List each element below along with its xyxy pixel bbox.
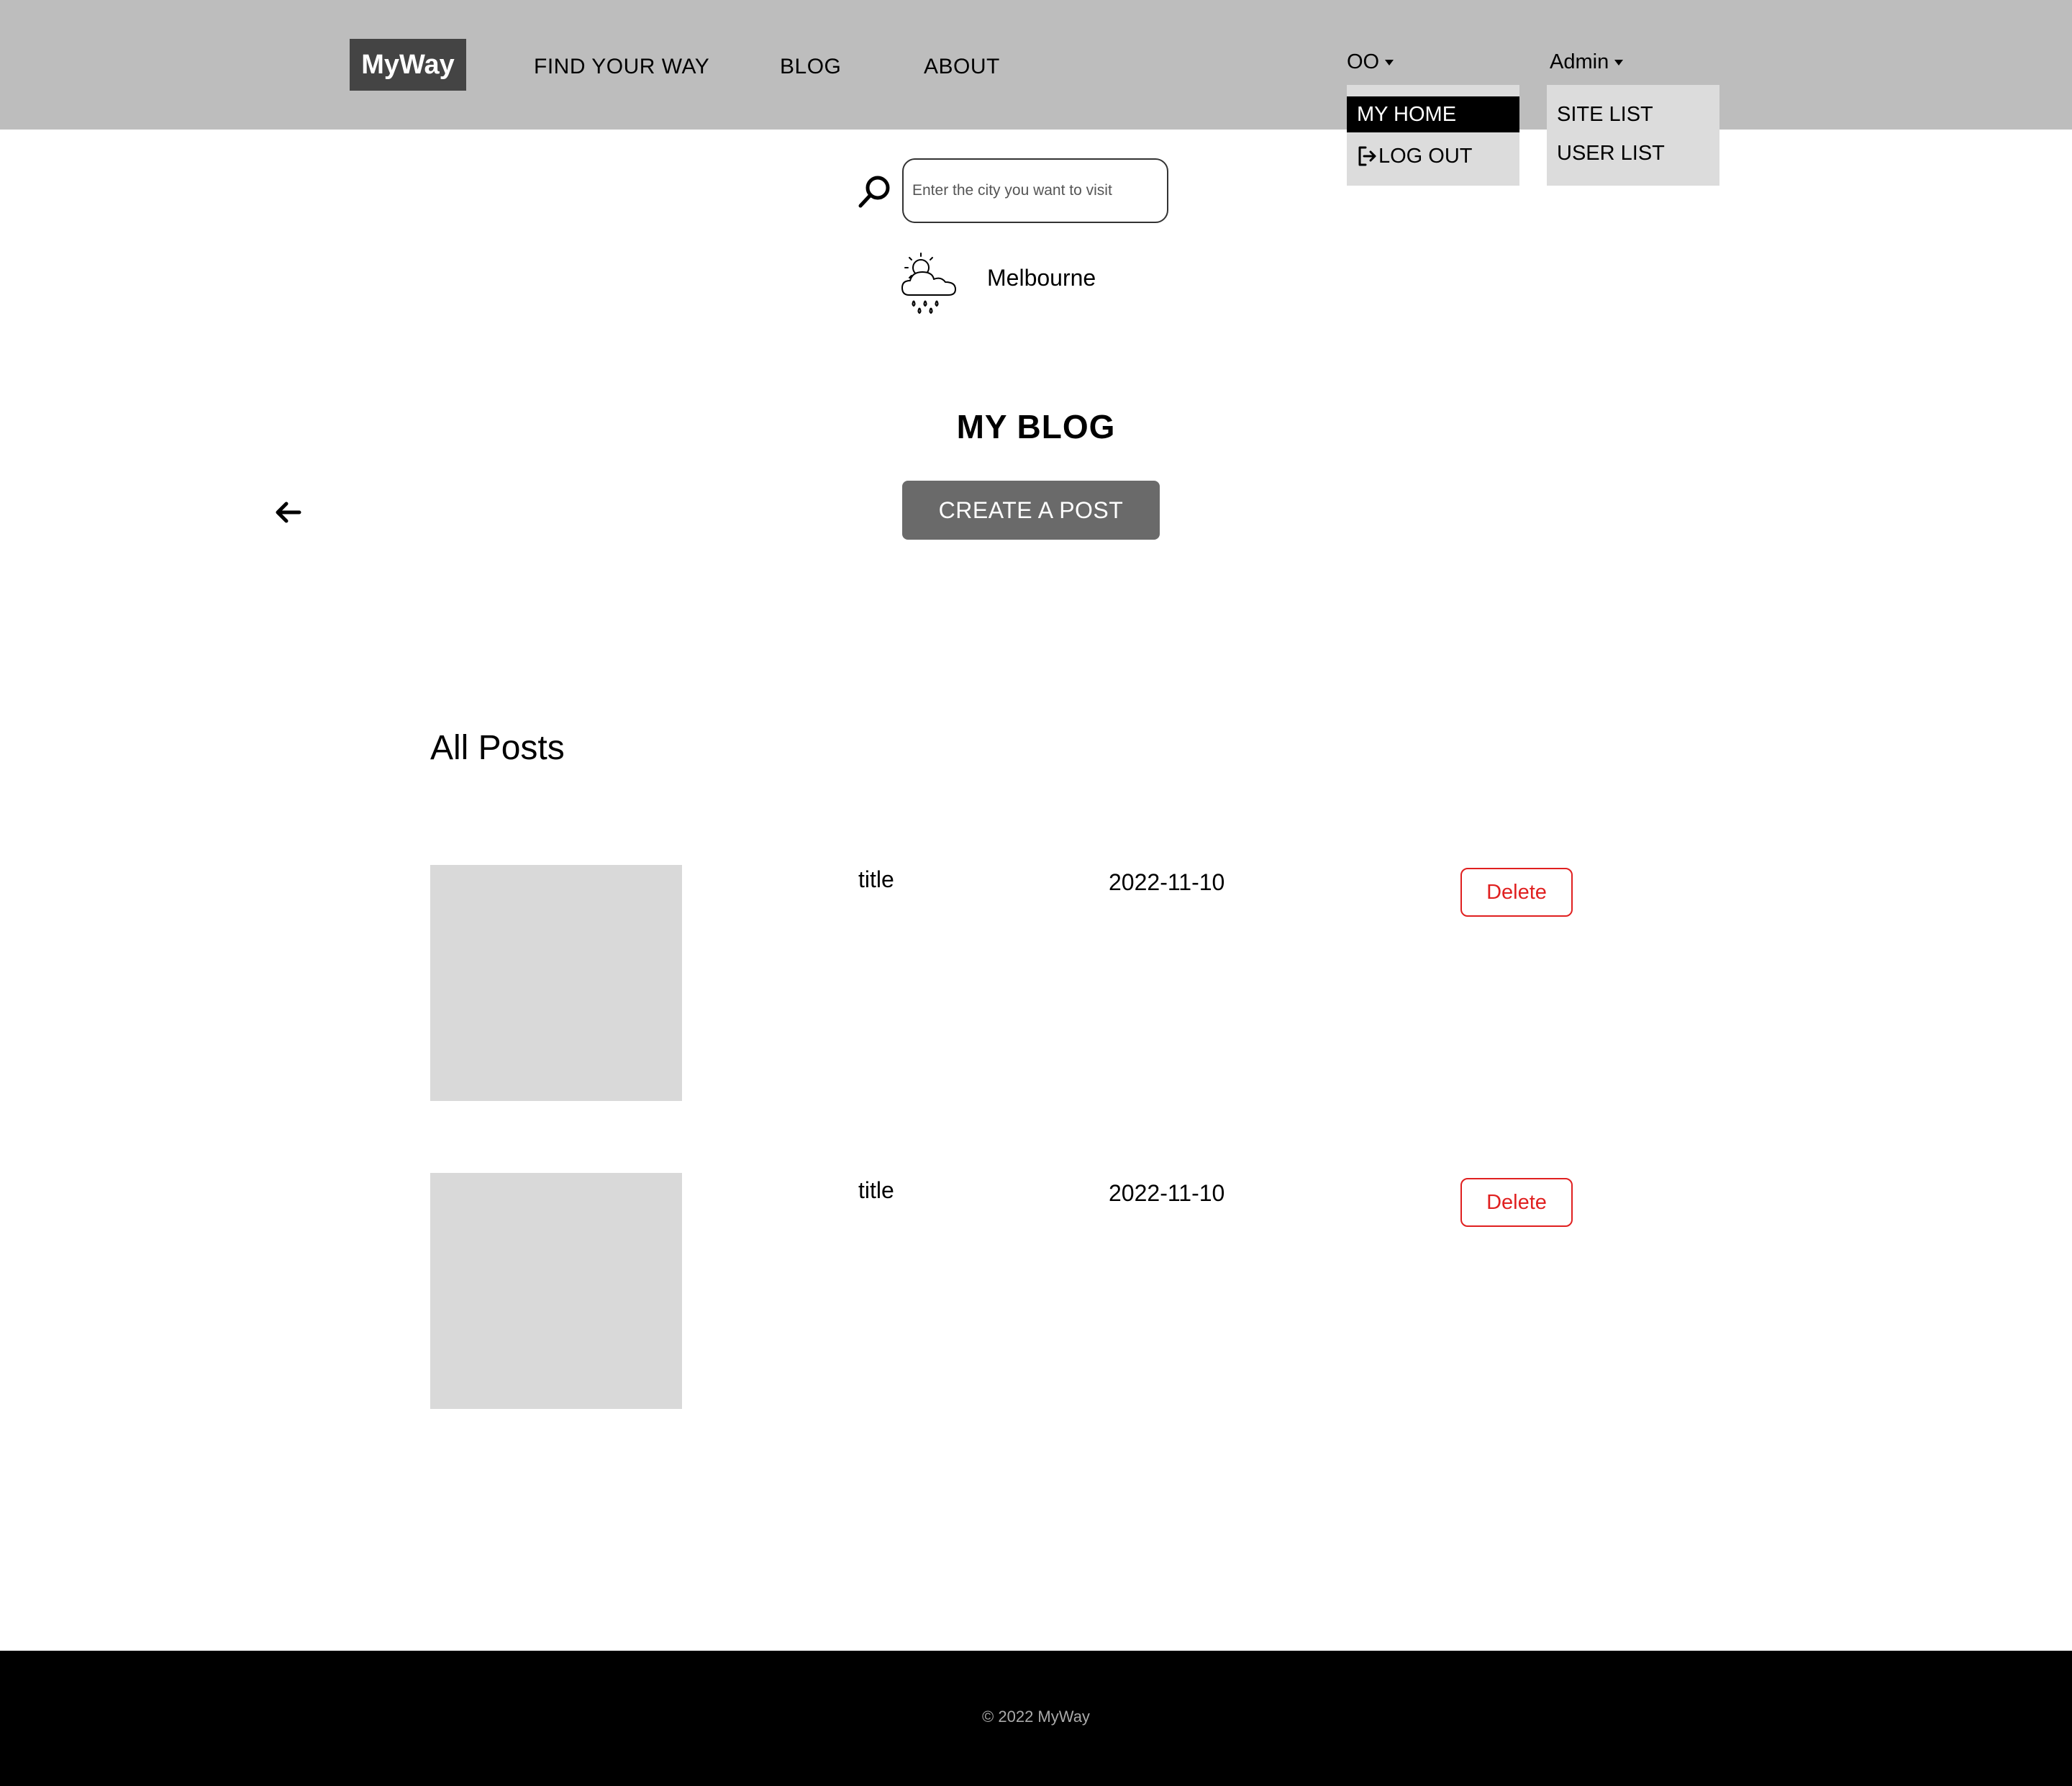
arrow-left-icon[interactable] bbox=[272, 498, 304, 527]
menu-item-user-list[interactable]: USER LIST bbox=[1547, 135, 1719, 171]
menu-item-label: MY HOME bbox=[1357, 102, 1457, 126]
city-search-input[interactable] bbox=[902, 158, 1168, 223]
cloud-sun-rain-icon bbox=[901, 253, 956, 314]
delete-button[interactable]: Delete bbox=[1460, 1178, 1573, 1227]
menu-item-label: SITE LIST bbox=[1557, 102, 1653, 126]
user-menu-toggle[interactable]: OO bbox=[1347, 50, 1394, 74]
menu-item-label: USER LIST bbox=[1557, 141, 1665, 165]
menu-item-site-list[interactable]: SITE LIST bbox=[1547, 96, 1719, 132]
menu-item-log-out[interactable]: LOG OUT bbox=[1347, 138, 1519, 174]
post-date: 2022-11-10 bbox=[1109, 869, 1225, 895]
chevron-down-icon bbox=[1385, 59, 1394, 65]
admin-menu-toggle[interactable]: Admin bbox=[1550, 50, 1624, 74]
top-nav-bar bbox=[0, 0, 2072, 130]
post-title[interactable]: title bbox=[858, 1177, 894, 1204]
post-thumbnail[interactable] bbox=[430, 865, 682, 1101]
weather-city: Melbourne bbox=[987, 265, 1096, 291]
logo[interactable]: MyWay bbox=[350, 39, 466, 91]
page-title: MY BLOG bbox=[956, 408, 1116, 445]
user-dropdown: MY HOME LOG OUT bbox=[1347, 85, 1519, 186]
post-thumbnail[interactable] bbox=[430, 1173, 682, 1409]
section-title: All Posts bbox=[430, 729, 565, 767]
search-icon[interactable] bbox=[856, 173, 894, 210]
delete-button[interactable]: Delete bbox=[1460, 868, 1573, 917]
nav-blog[interactable]: BLOG bbox=[780, 55, 841, 79]
post-date: 2022-11-10 bbox=[1109, 1180, 1225, 1206]
user-menu-label: OO bbox=[1347, 50, 1380, 73]
logout-icon bbox=[1358, 146, 1376, 166]
menu-item-my-home[interactable]: MY HOME bbox=[1347, 96, 1519, 132]
footer-copyright: © 2022 MyWay bbox=[982, 1708, 1090, 1726]
admin-menu-label: Admin bbox=[1550, 50, 1609, 73]
nav-about[interactable]: ABOUT bbox=[924, 55, 1000, 79]
chevron-down-icon bbox=[1614, 59, 1624, 65]
create-post-button[interactable]: CREATE A POST bbox=[902, 481, 1160, 540]
menu-item-label: LOG OUT bbox=[1378, 144, 1473, 168]
post-title[interactable]: title bbox=[858, 866, 894, 893]
nav-find-your-way[interactable]: FIND YOUR WAY bbox=[534, 55, 709, 79]
admin-dropdown: SITE LIST USER LIST bbox=[1547, 85, 1719, 186]
